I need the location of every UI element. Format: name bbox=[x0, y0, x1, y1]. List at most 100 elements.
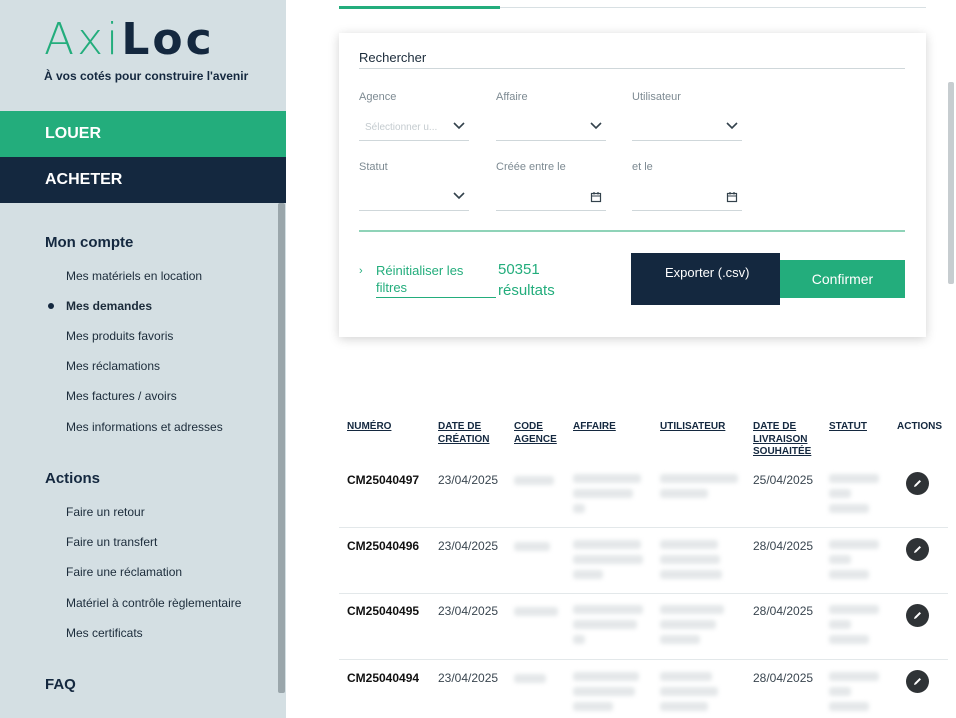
blurred-statut bbox=[829, 504, 869, 513]
logo-part-axi: Axi bbox=[44, 14, 122, 65]
blurred-utilisateur bbox=[660, 620, 716, 629]
search-panel: Rechercher Agence Sélectionner u... Affa… bbox=[339, 33, 926, 337]
row-date-livraison: 28/04/2025 bbox=[753, 604, 814, 618]
main-scrollbar[interactable] bbox=[948, 82, 954, 284]
creee-entre-label: Créée entre le bbox=[496, 161, 566, 173]
row-numero[interactable]: CM25040496 bbox=[347, 539, 419, 553]
affaire-select[interactable] bbox=[496, 115, 606, 141]
blurred-statut bbox=[829, 555, 851, 564]
utilisateur-select[interactable] bbox=[632, 115, 742, 141]
statut-label: Statut bbox=[359, 161, 388, 173]
chevron-down-icon bbox=[726, 122, 738, 130]
calendar-icon[interactable] bbox=[726, 191, 738, 203]
tab-active-indicator[interactable] bbox=[339, 6, 500, 9]
sidebar-item-mes-demandes[interactable]: Mes demandes bbox=[66, 299, 152, 313]
sidebar-scrollbar[interactable] bbox=[278, 203, 285, 693]
sidebar-item-produits-favoris[interactable]: Mes produits favoris bbox=[66, 329, 173, 343]
reset-filters-link[interactable]: Réinitialiser les filtres bbox=[376, 262, 496, 298]
sidebar-item-faq[interactable]: FAQ bbox=[45, 676, 76, 693]
sidebar-item-transfert[interactable]: Faire un transfert bbox=[66, 535, 157, 549]
blurred-affaire bbox=[573, 635, 585, 644]
blurred-utilisateur bbox=[660, 672, 712, 681]
edit-button[interactable] bbox=[906, 538, 929, 561]
blurred-utilisateur bbox=[660, 540, 718, 549]
calendar-icon[interactable] bbox=[590, 191, 602, 203]
sidebar-item-materiels-location[interactable]: Mes matériels en location bbox=[66, 269, 202, 283]
chevron-down-icon bbox=[453, 192, 465, 200]
sidebar-item-reclamations[interactable]: Mes réclamations bbox=[66, 359, 160, 373]
blurred-statut bbox=[829, 489, 851, 498]
nav-louer[interactable]: LOUER bbox=[0, 111, 286, 157]
col-header-code-agence[interactable]: CODE AGENCE bbox=[514, 421, 562, 446]
search-divider bbox=[359, 68, 905, 69]
export-csv-button[interactable]: Exporter (.csv) bbox=[631, 253, 780, 305]
logo-part-loc: Loc bbox=[121, 14, 215, 65]
col-header-date-livraison[interactable]: DATE DE LIVRAISON SOUHAITÉE bbox=[753, 421, 813, 459]
date-to-input[interactable] bbox=[632, 185, 742, 211]
sidebar-item-factures[interactable]: Mes factures / avoirs bbox=[66, 389, 177, 403]
col-header-utilisateur[interactable]: UTILISATEUR bbox=[660, 421, 740, 434]
chevron-down-icon bbox=[453, 122, 465, 130]
blurred-statut bbox=[829, 620, 851, 629]
col-header-affaire[interactable]: AFFAIRE bbox=[573, 421, 643, 434]
blurred-statut bbox=[829, 672, 879, 681]
edit-button[interactable] bbox=[906, 472, 929, 495]
active-bullet-icon bbox=[48, 303, 54, 309]
sidebar: AxiLoc À vos cotés pour construire l'ave… bbox=[0, 0, 286, 718]
sidebar-item-reclamation[interactable]: Faire une réclamation bbox=[66, 565, 182, 579]
row-date-creation: 23/04/2025 bbox=[438, 473, 499, 487]
col-header-statut[interactable]: STATUT bbox=[829, 421, 889, 434]
results-number: 50351 bbox=[498, 261, 540, 278]
nav-acheter[interactable]: ACHETER bbox=[0, 157, 286, 203]
blurred-affaire bbox=[573, 540, 641, 549]
row-date-creation: 23/04/2025 bbox=[438, 539, 499, 553]
row-numero[interactable]: CM25040497 bbox=[347, 473, 419, 487]
pencil-icon bbox=[914, 678, 921, 685]
brand-tagline: À vos cotés pour construire l'avenir bbox=[44, 69, 249, 83]
row-numero[interactable]: CM25040494 bbox=[347, 671, 419, 685]
row-date-creation: 23/04/2025 bbox=[438, 671, 499, 685]
confirm-button[interactable]: Confirmer bbox=[780, 260, 905, 298]
blurred-statut bbox=[829, 635, 869, 644]
sidebar-item-informations[interactable]: Mes informations et adresses bbox=[66, 420, 223, 434]
blurred-affaire bbox=[573, 504, 585, 513]
blurred-affaire bbox=[573, 687, 635, 696]
utilisateur-label: Utilisateur bbox=[632, 91, 681, 103]
edit-button[interactable] bbox=[906, 604, 929, 627]
blurred-statut bbox=[829, 702, 869, 711]
pencil-icon bbox=[914, 612, 921, 619]
row-divider bbox=[339, 593, 948, 594]
blurred-code-agence bbox=[514, 542, 550, 551]
blurred-utilisateur bbox=[660, 702, 708, 711]
row-date-livraison: 28/04/2025 bbox=[753, 539, 814, 553]
blurred-affaire bbox=[573, 570, 603, 579]
agence-select[interactable]: Sélectionner u... bbox=[359, 115, 469, 141]
col-header-numero[interactable]: NUMÉRO bbox=[347, 421, 427, 434]
pencil-icon bbox=[914, 546, 921, 553]
blurred-code-agence bbox=[514, 476, 554, 485]
blurred-statut bbox=[829, 474, 879, 483]
sidebar-item-retour[interactable]: Faire un retour bbox=[66, 505, 145, 519]
section-actions: Actions bbox=[45, 470, 101, 487]
blurred-statut bbox=[829, 687, 851, 696]
sidebar-item-controle-reglementaire[interactable]: Matériel à contrôle règlementaire bbox=[66, 596, 241, 610]
row-divider bbox=[339, 659, 948, 660]
statut-select[interactable] bbox=[359, 185, 469, 211]
blurred-statut bbox=[829, 570, 869, 579]
agence-placeholder: Sélectionner u... bbox=[365, 122, 438, 133]
blurred-utilisateur bbox=[660, 635, 700, 644]
search-title: Rechercher bbox=[359, 50, 427, 65]
edit-button[interactable] bbox=[906, 670, 929, 693]
blurred-affaire bbox=[573, 605, 643, 614]
chevron-down-icon bbox=[590, 122, 602, 130]
results-label: résultats bbox=[498, 282, 555, 299]
col-header-date-creation[interactable]: DATE DE CRÉATION bbox=[438, 421, 498, 446]
blurred-affaire bbox=[573, 702, 613, 711]
row-numero[interactable]: CM25040495 bbox=[347, 604, 419, 618]
sidebar-item-certificats[interactable]: Mes certificats bbox=[66, 626, 143, 640]
axiloc-logo[interactable]: AxiLoc bbox=[44, 14, 215, 65]
blurred-affaire bbox=[573, 474, 641, 483]
pencil-icon bbox=[914, 480, 921, 487]
date-from-input[interactable] bbox=[496, 185, 606, 211]
blurred-affaire bbox=[573, 672, 639, 681]
